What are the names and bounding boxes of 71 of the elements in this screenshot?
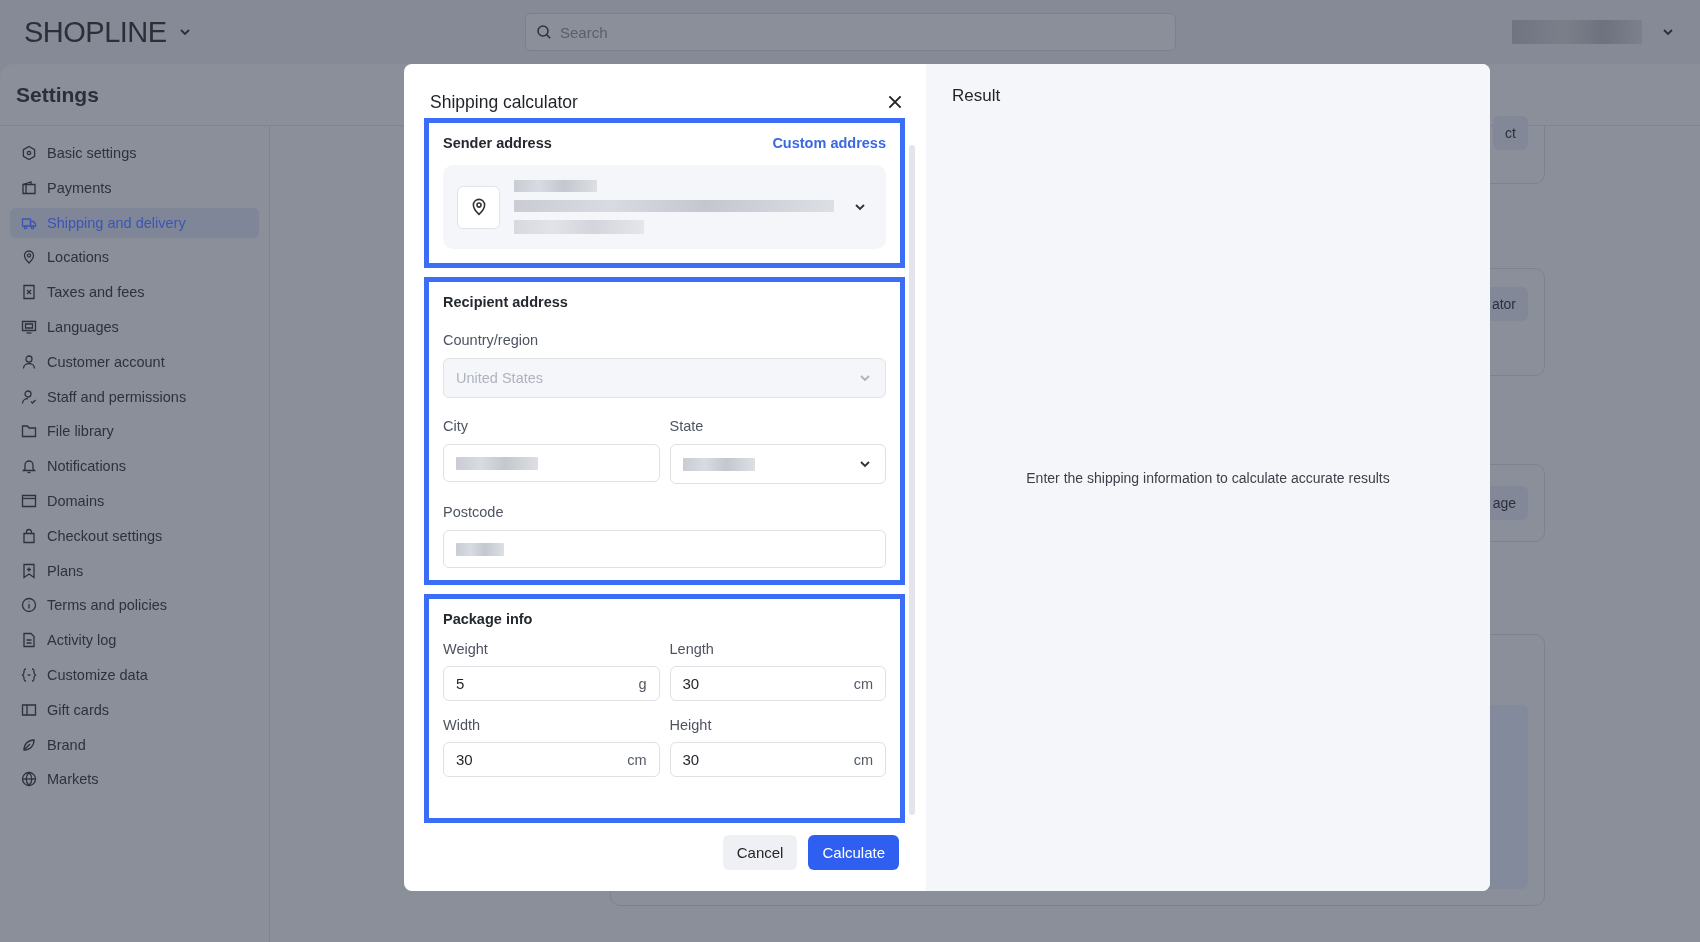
number-field[interactable]: 30 cm xyxy=(669,742,886,777)
sidebar-item[interactable]: Notifications xyxy=(10,451,259,482)
field-label: Country/region xyxy=(443,332,540,348)
bookmark-icon xyxy=(21,562,37,579)
hexagon-icon xyxy=(21,145,37,161)
field-label: Width xyxy=(443,717,482,733)
sidebar-item[interactable]: Payments xyxy=(10,172,259,203)
field-label: State xyxy=(669,418,705,435)
calculate-button[interactable]: Calculate xyxy=(808,835,899,870)
section-heading: Package info xyxy=(443,611,534,627)
sidebar-item[interactable]: Languages xyxy=(10,312,259,342)
field-label: Length xyxy=(669,641,715,657)
unit-label: cm xyxy=(627,751,647,768)
cancel-button[interactable]: Cancel xyxy=(722,835,798,870)
postcode-field[interactable] xyxy=(443,530,886,568)
sidebar-item[interactable]: Locations xyxy=(10,242,259,273)
sidebar-item[interactable]: Taxes and fees xyxy=(10,277,259,308)
address-select[interactable] xyxy=(443,165,886,249)
unit-label: cm xyxy=(853,675,873,692)
card-icon xyxy=(21,701,37,718)
info-icon xyxy=(21,597,37,614)
globe-icon xyxy=(21,771,37,788)
city-field[interactable] xyxy=(443,444,660,483)
logo[interactable]: SHOPLINE xyxy=(24,15,167,49)
sidebar-item[interactable]: Customer account xyxy=(10,346,259,377)
sidebar-item[interactable]: Gift cards xyxy=(10,694,259,725)
search-icon xyxy=(536,24,552,40)
document-icon xyxy=(21,632,37,649)
number-field[interactable]: 30 cm xyxy=(443,742,660,777)
unit-label: g xyxy=(638,675,647,692)
folder-icon xyxy=(21,423,37,440)
page-title: Settings xyxy=(16,82,99,107)
sidebar-item[interactable]: Brand xyxy=(10,729,259,760)
empty-state-message: Enter the shipping information to calculate accurate results xyxy=(1026,469,1390,486)
wallet-icon xyxy=(21,179,37,196)
sidebar-item[interactable]: Customize data xyxy=(10,659,259,690)
braces-icon xyxy=(21,666,37,683)
sidebar-item[interactable]: Checkout settings xyxy=(10,520,259,551)
custom-address-link[interactable]: Custom address xyxy=(772,135,886,151)
pin-icon xyxy=(21,249,37,266)
blurred-text xyxy=(456,542,504,556)
dialog-title: Shipping calculator xyxy=(430,91,578,113)
sidebar-item[interactable]: Staff and permissions xyxy=(10,381,259,412)
close-icon[interactable] xyxy=(886,93,904,111)
field-label: Postcode xyxy=(443,504,505,521)
screen-icon xyxy=(21,319,37,335)
sidebar-item[interactable]: Domains xyxy=(10,485,259,516)
unit-label: cm xyxy=(853,751,873,768)
field-label: Weight xyxy=(443,641,489,657)
bag-icon xyxy=(21,527,37,544)
sidebar-item[interactable]: Basic settings xyxy=(10,138,259,168)
sidebar-item[interactable]: Activity log xyxy=(10,625,259,656)
number-field[interactable]: 30 cm xyxy=(669,666,886,701)
section-heading: Sender address xyxy=(443,135,552,151)
browser-icon xyxy=(21,492,37,509)
card-button[interactable]: ct xyxy=(1493,116,1528,150)
field-label: Height xyxy=(669,717,713,733)
leaf-icon xyxy=(21,736,37,753)
field-label: City xyxy=(443,418,469,435)
sidebar-item[interactable]: Plans xyxy=(10,555,259,586)
number-field[interactable]: 5 g xyxy=(443,666,660,701)
result-title: Result xyxy=(952,86,1002,106)
sidebar-item[interactable]: File library xyxy=(10,416,259,447)
bell-icon xyxy=(21,458,37,475)
person-icon xyxy=(21,388,37,405)
state-select[interactable] xyxy=(669,444,886,485)
sidebar-item[interactable]: Terms and policies xyxy=(10,590,259,621)
section-heading: Recipient address xyxy=(443,294,569,310)
sidebar-item[interactable]: Markets xyxy=(10,764,259,795)
person-icon xyxy=(21,353,37,370)
document-icon xyxy=(21,284,37,301)
